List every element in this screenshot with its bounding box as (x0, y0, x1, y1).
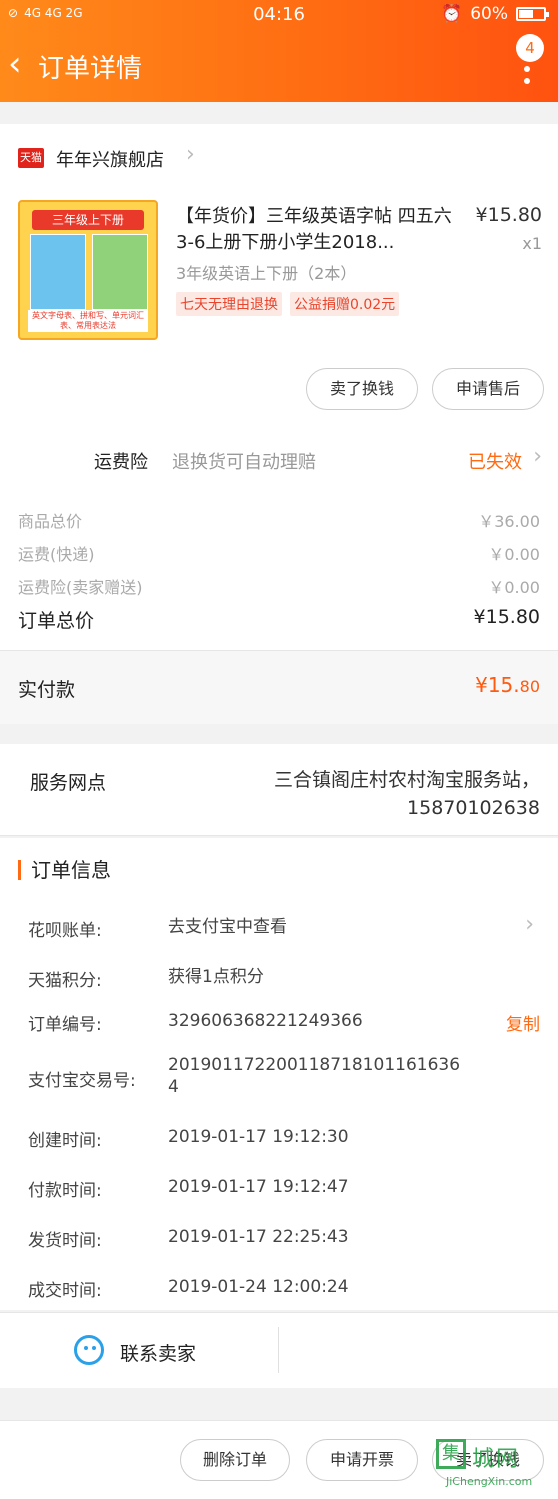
nav-bar: ‹ 订单详情 4 (0, 34, 558, 96)
status-right: ⏰ 60% (441, 4, 549, 24)
paid-time-value: 2019-01-17 19:12:47 (168, 1177, 349, 1197)
book-cover-lower (92, 234, 148, 310)
battery-icon (516, 7, 549, 21)
order-info-heading: 订单信息 (18, 860, 111, 880)
store-row[interactable]: 天猫 年年兴旗舰店 › (0, 124, 558, 192)
bottom-action-bar: 删除订单 申请开票 卖了换钱 集 城网 JiChengXin.com (0, 1420, 558, 1499)
product-thumbnail[interactable]: 三年级上下册 英文字母表、拼和写、单元词汇表、常用表达法 (18, 200, 158, 340)
service-point-section: 服务网点 三合镇阁庄村农村淘宝服务站， 15870102638 (0, 744, 558, 836)
alarm-icon: ⏰ (441, 4, 463, 24)
closed-time-value: 2019-01-24 12:00:24 (168, 1277, 349, 1297)
closed-time-label: 成交时间: (28, 1281, 102, 1301)
payment-decimal: 80 (519, 677, 540, 696)
tag-charity: 公益捐赠0.02元 (290, 292, 400, 316)
tag-return-policy: 七天无理由退换 (176, 292, 282, 316)
points-value: 获得1点积分 (168, 967, 264, 987)
points-label: 天猫积分: (28, 971, 102, 991)
goods-total-value: ￥36.00 (478, 512, 540, 531)
sell-item-button[interactable]: 卖了换钱 (306, 368, 418, 410)
actual-payment-label: 实付款 (18, 679, 76, 701)
alipay-number-value: 201901172200118718101161636 4 (168, 1054, 468, 1098)
product-quantity: x1 (522, 234, 542, 253)
request-invoice-button[interactable]: 申请开票 (306, 1439, 418, 1481)
goods-total-row: 商品总价 ￥36.00 (18, 508, 540, 532)
alipay-number-line1: 201901172200118718101161636 (168, 1055, 461, 1075)
order-number-value: 329606368221249366 (168, 1011, 363, 1031)
battery-fill (519, 10, 533, 18)
watermark-text: 城网 (472, 1447, 521, 1472)
service-point-phone[interactable]: 15870102638 (274, 794, 540, 822)
chevron-right-icon: › (525, 912, 534, 937)
insurance-fee-label: 运费险(卖家赠送) (18, 578, 143, 597)
created-time-value: 2019-01-17 19:12:30 (168, 1127, 349, 1147)
service-point-value: 三合镇阁庄村农村淘宝服务站， 15870102638 (274, 766, 540, 822)
product-sku: 3年级英语上下册（2本） (176, 264, 357, 283)
store-name: 年年兴旗舰店 (56, 150, 164, 171)
huabei-value: 去支付宝中查看 (168, 917, 287, 937)
shipped-time-value: 2019-01-17 22:25:43 (168, 1227, 349, 1247)
back-chevron-icon[interactable]: ‹ (8, 44, 22, 84)
tmall-logo: 天猫 (18, 148, 44, 168)
chevron-right-icon: › (186, 142, 195, 167)
actual-payment-row: 实付款 ¥15.80 (0, 650, 558, 724)
shipping-fee-row: 运费(快递) ￥0.00 (18, 541, 540, 565)
huabei-label: 花呗账单: (28, 921, 102, 941)
order-total-value: ¥15.80 (473, 606, 540, 628)
insurance-fee-value: ￥0.00 (488, 578, 540, 597)
status-bar: ⊘ 4G 4G 2G 04:16 ⏰ 60% (0, 0, 558, 30)
shipping-insurance-row[interactable]: 运费险 退换货可自动理赔 已失效 › (0, 440, 558, 480)
page-title: 订单详情 (38, 54, 143, 84)
copy-button[interactable]: 复制 (506, 1010, 540, 1035)
service-point-label: 服务网点 (30, 772, 107, 794)
goods-total-label: 商品总价 (18, 512, 83, 531)
top-bar: ⊘ 4G 4G 2G 04:16 ⏰ 60% ‹ 订单详情 4 (0, 0, 558, 102)
chevron-right-icon: › (533, 444, 542, 469)
alipay-number-line2: 4 (168, 1077, 179, 1097)
shipping-fee-label: 运费(快递) (18, 545, 95, 564)
battery-percent: 60% (470, 4, 508, 24)
order-item-card: 天猫 年年兴旗舰店 › 三年级上下册 英文字母表、拼和写、单元词汇表、常用表达法… (0, 124, 558, 724)
thumbnail-caption: 英文字母表、拼和写、单元词汇表、常用表达法 (28, 310, 148, 332)
divider (278, 1327, 279, 1373)
delete-order-button[interactable]: 删除订单 (180, 1439, 290, 1481)
contact-seller-bar: 联系卖家 (0, 1312, 558, 1388)
contact-seller-button[interactable]: 联系卖家 (120, 1339, 196, 1366)
message-count-badge: 4 (516, 34, 544, 62)
watermark-logo: 集 城网 JiChengXin.com (432, 1435, 552, 1495)
watermark-url: JiChengXin.com (446, 1475, 533, 1488)
order-number-label: 订单编号: (28, 1015, 102, 1035)
product-tags: 七天无理由退换 公益捐赠0.02元 (176, 292, 400, 316)
product-title[interactable]: 【年货价】三年级英语字帖 四五六3-6上册下册小学生2018... (176, 204, 456, 256)
service-point-name: 三合镇阁庄村农村淘宝服务站， (273, 769, 540, 791)
after-sale-button[interactable]: 申请售后 (432, 368, 544, 410)
thumbnail-title: 三年级上下册 (32, 210, 144, 230)
shipped-time-label: 发货时间: (28, 1231, 102, 1251)
order-total-row: 订单总价 ¥15.80 (18, 606, 540, 633)
insurance-label: 运费险 (94, 452, 148, 473)
actual-payment-value: ¥15.80 (475, 673, 540, 697)
insurance-fee-row: 运费险(卖家赠送) ￥0.00 (18, 574, 540, 598)
insurance-status: 已失效 (468, 452, 522, 473)
book-cover-upper (30, 234, 86, 310)
watermark-mark: 集 (436, 1439, 466, 1469)
paid-time-label: 付款时间: (28, 1181, 102, 1201)
order-total-label: 订单总价 (18, 610, 95, 632)
alipay-number-label: 支付宝交易号: (28, 1071, 136, 1091)
created-time-label: 创建时间: (28, 1131, 102, 1151)
shipping-fee-value: ￥0.00 (488, 545, 540, 564)
product-price: ¥15.80 (475, 204, 542, 226)
order-info-section: 订单信息 花呗账单: 去支付宝中查看 › 天猫积分: 获得1点积分 订单编号: … (0, 838, 558, 1310)
insurance-description: 退换货可自动理赔 (172, 452, 316, 473)
chat-face-icon[interactable] (74, 1335, 104, 1365)
payment-integer: ¥15. (475, 673, 520, 697)
